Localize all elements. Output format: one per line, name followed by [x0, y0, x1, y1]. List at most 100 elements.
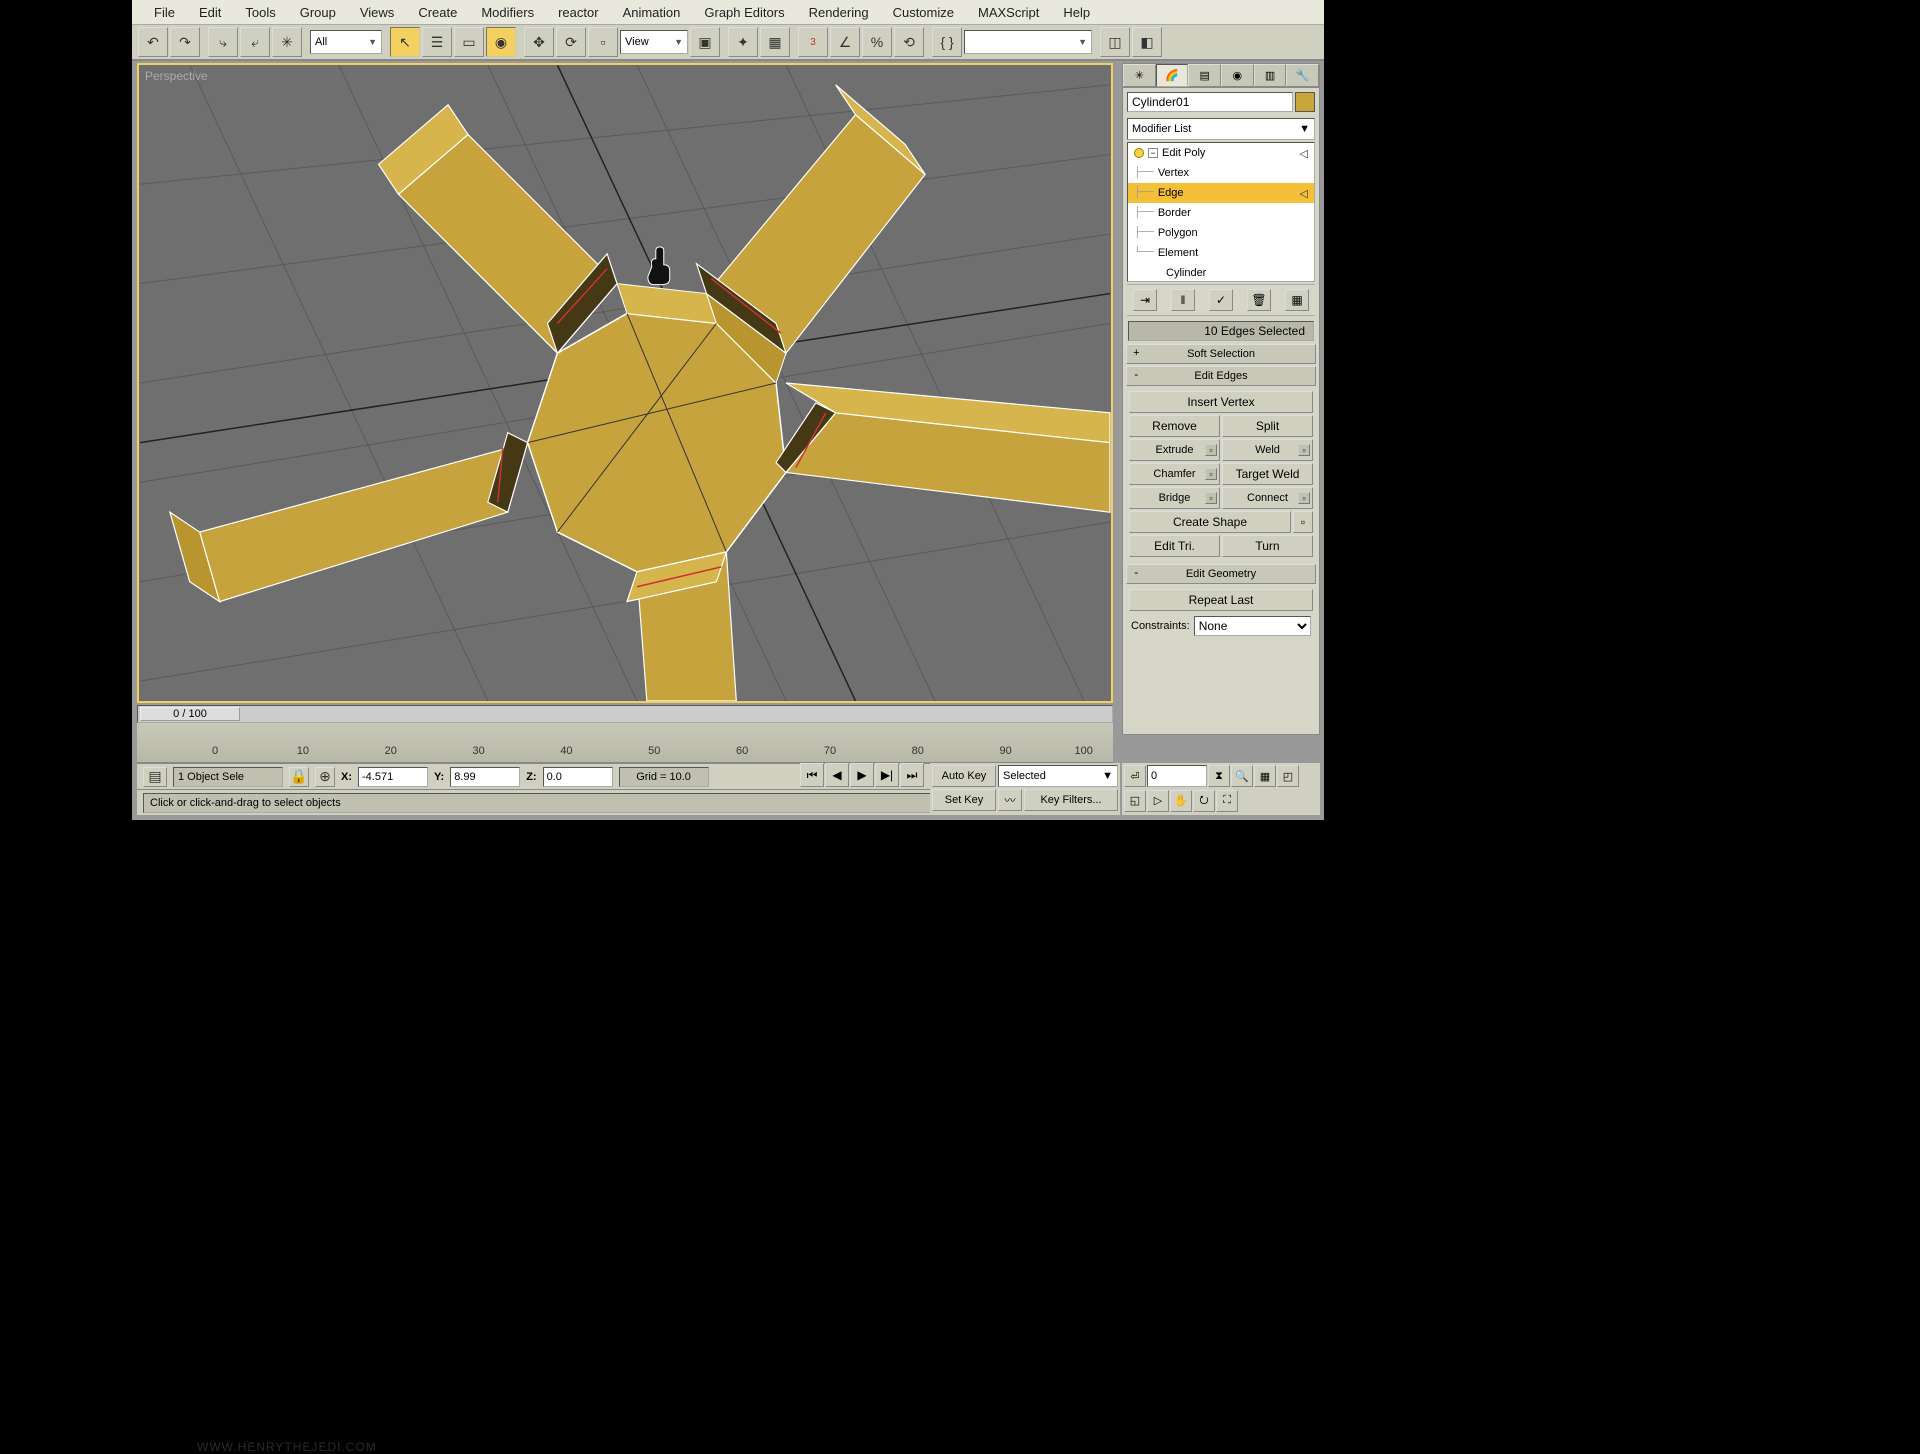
next-frame-button[interactable]: ▶| — [875, 763, 899, 787]
key-filter-selected-dropdown[interactable]: Selected▼ — [998, 765, 1118, 787]
menu-rendering[interactable]: Rendering — [797, 1, 881, 24]
angle-snap-button[interactable]: ∠ — [830, 27, 860, 57]
window-crossing-button[interactable]: ◉ — [486, 27, 516, 57]
rollout-soft-selection[interactable]: +Soft Selection — [1126, 344, 1316, 364]
lock-selection-button[interactable]: 🔒 — [289, 767, 309, 787]
menu-help[interactable]: Help — [1051, 1, 1102, 24]
stack-edge[interactable]: Edge — [1158, 187, 1184, 199]
y-field[interactable]: 8.99 — [450, 767, 520, 787]
absolute-mode-button[interactable]: ⊕ — [315, 767, 335, 787]
named-selection-button[interactable]: { } — [932, 27, 962, 57]
time-config-button[interactable]: ⧗ — [1208, 765, 1230, 787]
unlink-button[interactable]: ⤶ — [240, 27, 270, 57]
time-slider-thumb[interactable]: 0 / 100 — [140, 707, 240, 721]
tab-modify[interactable]: 🌈 — [1156, 64, 1189, 87]
menu-create[interactable]: Create — [406, 1, 469, 24]
create-shape-button[interactable]: Create Shape — [1129, 511, 1291, 533]
keyboard-shortcut-override-button[interactable]: ▦ — [760, 27, 790, 57]
selection-region-button[interactable]: ▭ — [454, 27, 484, 57]
zoom-button[interactable]: 🔍 — [1231, 765, 1253, 787]
menu-modifiers[interactable]: Modifiers — [469, 1, 546, 24]
select-and-scale-button[interactable]: ▫ — [588, 27, 618, 57]
mirror-button[interactable]: ◫ — [1100, 27, 1130, 57]
rollout-edit-geometry[interactable]: -Edit Geometry — [1126, 564, 1316, 584]
stack-border[interactable]: Border — [1158, 207, 1191, 219]
menu-animation[interactable]: Animation — [611, 1, 693, 24]
object-color-swatch[interactable] — [1295, 92, 1315, 112]
menu-views[interactable]: Views — [348, 1, 406, 24]
pin-stack-button[interactable]: ⇥ — [1133, 289, 1157, 311]
constraints-dropdown[interactable]: None — [1194, 616, 1311, 636]
select-and-move-button[interactable]: ✥ — [524, 27, 554, 57]
modifier-list-dropdown[interactable]: Modifier List▼ — [1127, 118, 1315, 140]
target-weld-button[interactable]: Target Weld — [1222, 463, 1313, 485]
weld-settings-icon[interactable]: ▫ — [1298, 444, 1310, 456]
percent-snap-button[interactable]: % — [862, 27, 892, 57]
chamfer-button[interactable]: Chamfer▫ — [1129, 463, 1220, 485]
field-of-view-button[interactable]: ▷ — [1147, 790, 1169, 812]
bridge-settings-icon[interactable]: ▫ — [1205, 492, 1217, 504]
undo-button[interactable]: ↶ — [138, 27, 168, 57]
object-name-field[interactable] — [1127, 92, 1293, 112]
remove-modifier-button[interactable]: 🗑 — [1247, 289, 1271, 311]
collapse-icon[interactable]: − — [1148, 148, 1158, 158]
select-by-name-button[interactable]: ☰ — [422, 27, 452, 57]
turn-button[interactable]: Turn — [1222, 535, 1313, 557]
redo-button[interactable]: ↷ — [170, 27, 200, 57]
stack-element[interactable]: Element — [1158, 247, 1198, 259]
stack-cylinder[interactable]: Cylinder — [1166, 267, 1206, 279]
current-frame-field[interactable]: 0 — [1147, 765, 1207, 787]
connect-settings-icon[interactable]: ▫ — [1298, 492, 1310, 504]
maximize-viewport-button[interactable]: ⛶ — [1216, 790, 1238, 812]
split-button[interactable]: Split — [1222, 415, 1313, 437]
goto-start-button[interactable]: ⏮ — [800, 763, 824, 787]
link-button[interactable]: ⤷ — [208, 27, 238, 57]
select-object-button[interactable]: ↖ — [390, 27, 420, 57]
key-mode-icon[interactable]: 〰 — [998, 789, 1022, 811]
menu-file[interactable]: File — [142, 1, 187, 24]
extrude-settings-icon[interactable]: ▫ — [1205, 444, 1217, 456]
weld-button[interactable]: Weld▫ — [1222, 439, 1313, 461]
spinner-snap-button[interactable]: ⟲ — [894, 27, 924, 57]
tab-display[interactable]: ▥ — [1254, 64, 1287, 87]
bind-spacewarp-button[interactable]: ✳ — [272, 27, 302, 57]
zoom-extents-button[interactable]: ◰ — [1277, 765, 1299, 787]
play-button[interactable]: ▶ — [850, 763, 874, 787]
z-field[interactable]: 0.0 — [543, 767, 613, 787]
menu-reactor[interactable]: reactor — [546, 1, 610, 24]
menu-edit[interactable]: Edit — [187, 1, 233, 24]
ref-coord-dropdown[interactable]: View▼ — [620, 30, 688, 54]
tab-create[interactable]: ✳ — [1123, 64, 1156, 87]
stack-edit-poly[interactable]: Edit Poly — [1162, 147, 1205, 159]
zoom-all-button[interactable]: ▦ — [1254, 765, 1276, 787]
menu-tools[interactable]: Tools — [233, 1, 287, 24]
curve-editor-button[interactable]: ▤ — [143, 767, 167, 787]
align-button[interactable]: ◧ — [1132, 27, 1162, 57]
show-end-result-button[interactable]: ‖ — [1171, 289, 1195, 311]
select-and-rotate-button[interactable]: ⟳ — [556, 27, 586, 57]
configure-sets-button[interactable]: ▦ — [1285, 289, 1309, 311]
chamfer-settings-icon[interactable]: ▫ — [1205, 468, 1217, 480]
bridge-button[interactable]: Bridge▫ — [1129, 487, 1220, 509]
named-selection-dropdown[interactable]: ▼ — [964, 30, 1092, 54]
menu-maxscript[interactable]: MAXScript — [966, 1, 1051, 24]
rollout-edit-edges[interactable]: -Edit Edges — [1126, 366, 1316, 386]
arc-rotate-button[interactable]: ⭮ — [1193, 790, 1215, 812]
key-filters-button[interactable]: Key Filters... — [1024, 789, 1118, 811]
menu-group[interactable]: Group — [288, 1, 348, 24]
menu-customize[interactable]: Customize — [881, 1, 966, 24]
zoom-extents-all-button[interactable]: ◱ — [1124, 790, 1146, 812]
goto-end-button[interactable]: ⏭ — [900, 763, 924, 787]
menu-graph-editors[interactable]: Graph Editors — [692, 1, 796, 24]
stack-polygon[interactable]: Polygon — [1158, 227, 1198, 239]
prev-frame-button[interactable]: ◀ — [825, 763, 849, 787]
set-key-button[interactable]: Set Key — [932, 789, 996, 811]
tab-motion[interactable]: ◉ — [1221, 64, 1254, 87]
key-mode-toggle-button[interactable]: ⏎ — [1124, 765, 1146, 787]
tab-hierarchy[interactable]: ▤ — [1188, 64, 1221, 87]
create-shape-settings-icon[interactable]: ▫ — [1293, 511, 1313, 533]
stack-vertex[interactable]: Vertex — [1158, 167, 1189, 179]
time-ruler[interactable]: 0 10 20 30 40 50 60 70 80 90 100 — [137, 723, 1113, 763]
snap-toggle-button[interactable]: 3 — [798, 27, 828, 57]
make-unique-button[interactable]: ✓ — [1209, 289, 1233, 311]
